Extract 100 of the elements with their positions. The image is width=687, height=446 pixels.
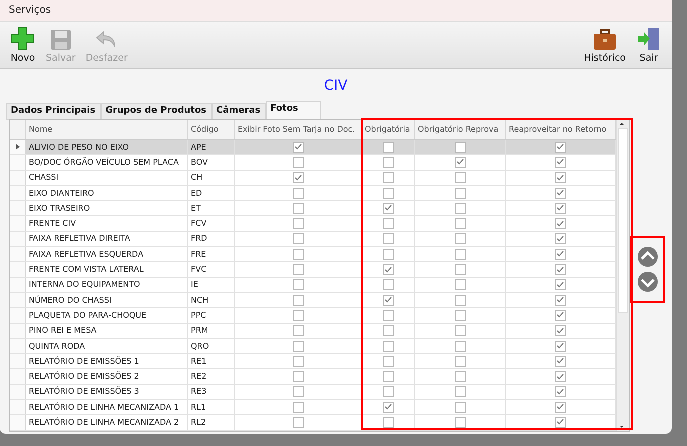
checkbox[interactable] <box>454 218 466 230</box>
tab[interactable]: Dados Principais <box>6 103 101 120</box>
checkbox[interactable] <box>454 233 466 244</box>
tab[interactable]: Grupos de Produtos <box>100 103 212 120</box>
checkbox[interactable] <box>454 294 466 306</box>
table-row[interactable]: FRENTE COM VISTA LATERAL FVC <box>10 262 616 278</box>
checkbox[interactable] <box>382 188 394 199</box>
checkbox[interactable] <box>292 402 304 413</box>
table-row[interactable]: QUINTA RODA QRO <box>10 338 616 354</box>
table-row[interactable]: FAIXA REFLETIVA ESQUERDA FRE <box>10 247 616 262</box>
checkbox[interactable] <box>292 279 304 290</box>
checkbox[interactable] <box>555 156 566 168</box>
checkbox[interactable] <box>292 356 304 367</box>
checkbox[interactable] <box>454 279 466 290</box>
table-row[interactable]: INTERNA DO EQUIPAMENTO IE <box>10 278 616 293</box>
checkbox[interactable] <box>292 264 304 276</box>
tab[interactable]: Fotos <box>266 101 322 120</box>
checkbox[interactable] <box>454 356 466 367</box>
checkbox[interactable] <box>382 172 394 184</box>
checkbox[interactable] <box>555 202 566 214</box>
checkbox[interactable] <box>292 188 304 199</box>
checkbox[interactable] <box>292 310 304 321</box>
checkbox[interactable] <box>382 340 394 352</box>
checkbox[interactable] <box>555 340 566 352</box>
checkbox[interactable] <box>382 325 394 336</box>
exit-button[interactable]: Sair <box>632 22 666 68</box>
table-row[interactable]: PLAQUETA DO PARA-CHOQUE PPC <box>10 308 616 324</box>
checkbox[interactable] <box>555 402 566 413</box>
table-row[interactable]: EIXO DIANTEIRO ED <box>10 186 616 202</box>
checkbox[interactable] <box>555 142 566 153</box>
checkbox[interactable] <box>555 248 566 260</box>
checkbox[interactable] <box>454 156 466 168</box>
checkbox[interactable] <box>382 156 394 168</box>
table-row[interactable]: CHASSI CH <box>10 170 616 186</box>
plus-button[interactable]: Novo <box>6 22 40 68</box>
checkbox[interactable] <box>382 279 394 290</box>
checkbox[interactable] <box>292 142 304 153</box>
checkbox[interactable] <box>292 172 304 184</box>
checkbox[interactable] <box>555 386 566 398</box>
table-row[interactable]: EIXO TRASEIRO ET <box>10 201 616 216</box>
checkbox[interactable] <box>292 325 304 336</box>
table-row[interactable]: NÚMERO DO CHASSI NCH <box>10 292 616 308</box>
column-header[interactable]: Obrigatório Reprova <box>415 120 506 139</box>
column-header[interactable]: Nome <box>26 120 188 139</box>
checkbox[interactable] <box>382 142 394 153</box>
checkbox[interactable] <box>555 294 566 306</box>
checkbox[interactable] <box>555 172 566 184</box>
scrollbar[interactable] <box>616 120 629 431</box>
column-header[interactable]: Obrigatória <box>362 120 415 139</box>
checkbox[interactable] <box>382 264 394 276</box>
checkbox[interactable] <box>292 386 304 398</box>
checkbox[interactable] <box>292 340 304 352</box>
table-row[interactable]: FRENTE CIV FCV <box>10 216 616 232</box>
checkbox[interactable] <box>382 371 394 382</box>
checkbox[interactable] <box>382 310 394 321</box>
checkbox[interactable] <box>555 218 566 230</box>
checkbox[interactable] <box>454 188 466 199</box>
checkbox[interactable] <box>555 356 566 367</box>
table-row[interactable]: FAIXA REFLETIVA DIREITA FRD <box>10 232 616 248</box>
checkbox[interactable] <box>454 172 466 184</box>
checkbox[interactable] <box>454 325 466 336</box>
checkbox[interactable] <box>382 202 394 214</box>
checkbox[interactable] <box>454 248 466 260</box>
checkbox[interactable] <box>382 218 394 230</box>
checkbox[interactable] <box>555 371 566 382</box>
checkbox[interactable] <box>555 416 566 428</box>
checkbox[interactable] <box>555 264 566 276</box>
checkbox[interactable] <box>292 156 304 168</box>
checkbox[interactable] <box>454 371 466 382</box>
checkbox[interactable] <box>454 142 466 153</box>
checkbox[interactable] <box>382 416 394 428</box>
checkbox[interactable] <box>382 356 394 367</box>
table-row[interactable]: RELATÓRIO DE LINHA MECANIZADA 1 RL1 <box>10 400 616 416</box>
checkbox[interactable] <box>555 310 566 321</box>
move-down-button[interactable] <box>636 271 658 293</box>
checkbox[interactable] <box>454 402 466 413</box>
move-up-button[interactable] <box>636 246 658 268</box>
checkbox[interactable] <box>454 310 466 321</box>
checkbox[interactable] <box>382 294 394 306</box>
checkbox[interactable] <box>292 202 304 214</box>
checkbox[interactable] <box>292 248 304 260</box>
checkbox[interactable] <box>292 233 304 244</box>
checkbox[interactable] <box>454 202 466 214</box>
checkbox[interactable] <box>382 402 394 413</box>
table-row[interactable]: RELATÓRIO DE LINHA MECANIZADA 2 RL2 <box>10 415 616 431</box>
checkbox[interactable] <box>454 386 466 398</box>
table-row[interactable]: RELATÓRIO DE EMISSÕES 1 RE1 <box>10 354 616 370</box>
table-row[interactable]: ALIVIO DE PESO NO EIXO APE <box>10 140 616 156</box>
table-row[interactable]: BO/DOC ÓRGÃO VEÍCULO SEM PLACA BOV <box>10 155 616 171</box>
checkbox[interactable] <box>292 371 304 382</box>
checkbox[interactable] <box>292 294 304 306</box>
table-row[interactable]: RELATÓRIO DE EMISSÕES 2 RE2 <box>10 369 616 385</box>
column-header[interactable]: Exibir Foto Sem Tarja no Doc. <box>235 120 362 139</box>
table-row[interactable]: PINO REI E MESA PRM <box>10 324 616 339</box>
checkbox[interactable] <box>555 188 566 199</box>
checkbox[interactable] <box>555 279 566 290</box>
checkbox[interactable] <box>382 233 394 244</box>
checkbox[interactable] <box>555 233 566 244</box>
checkbox[interactable] <box>382 386 394 398</box>
column-header[interactable]: Código <box>188 120 235 139</box>
